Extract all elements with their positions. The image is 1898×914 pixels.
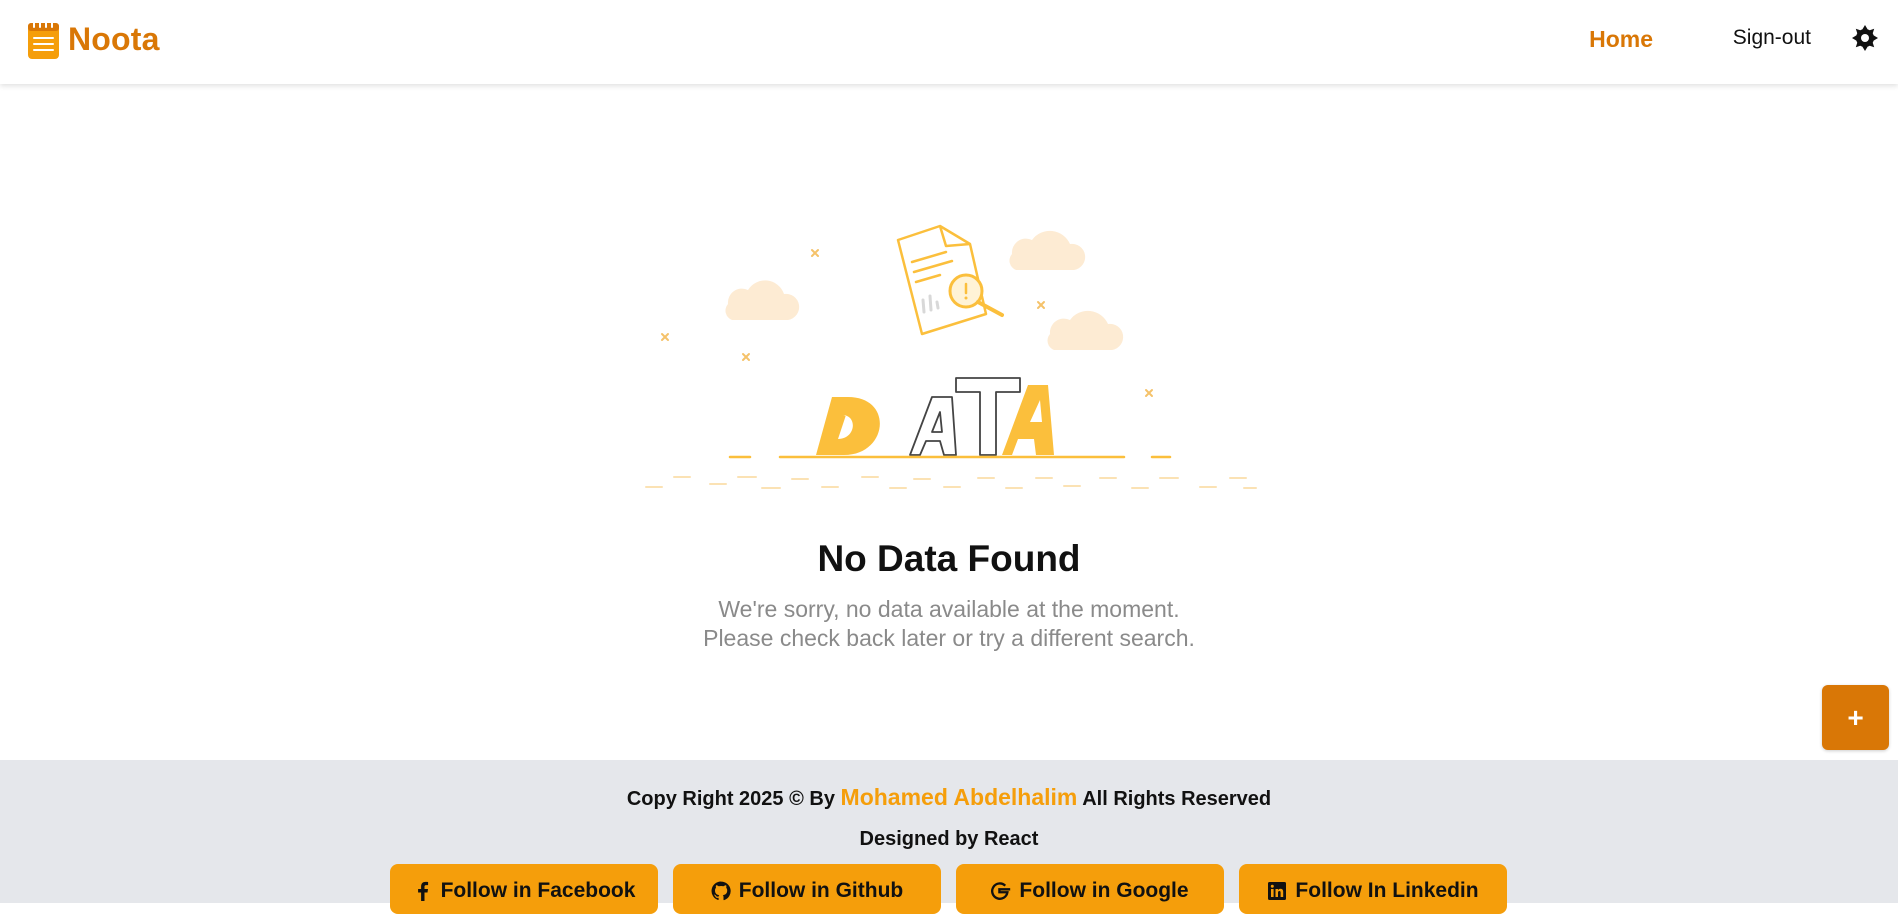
- brand-logo-link[interactable]: Noota: [27, 19, 160, 60]
- follow-google-label: Follow in Google: [1019, 879, 1189, 902]
- follow-github-button[interactable]: Follow in Github: [673, 864, 941, 914]
- footer: Copy Right 2025 © By Mohamed Abdelhalim …: [0, 760, 1898, 914]
- follow-google-button[interactable]: Follow in Google: [956, 864, 1224, 914]
- designed-by-text: Designed by React: [859, 828, 1039, 850]
- facebook-icon: [417, 881, 428, 901]
- nav-home-link[interactable]: Home: [1589, 26, 1653, 53]
- follow-linkedin-button[interactable]: Follow In Linkedin: [1239, 864, 1507, 914]
- empty-state-title: No Data Found: [817, 538, 1081, 579]
- navbar: Noota Home Sign-out: [0, 0, 1898, 84]
- social-links: Follow in Facebook Follow in Github Foll…: [390, 864, 1507, 914]
- github-icon: [711, 881, 731, 901]
- sun-icon[interactable]: [1852, 25, 1878, 51]
- nav-signout-link[interactable]: Sign-out: [1733, 26, 1811, 50]
- notepad-icon: [28, 19, 59, 59]
- empty-state: No Data Found We're sorry, no data avail…: [0, 84, 1898, 760]
- empty-state-subtitle-line-1: We're sorry, no data available at the mo…: [718, 596, 1180, 622]
- brand-name: Noota: [68, 21, 160, 57]
- empty-state-subtitle: We're sorry, no data available at the mo…: [0, 595, 1898, 653]
- follow-linkedin-label: Follow In Linkedin: [1295, 879, 1479, 902]
- google-icon: [991, 882, 1011, 900]
- copyright-prefix: Copy Right 2025 © By: [626, 788, 835, 810]
- no-data-illustration: [645, 224, 1257, 489]
- empty-state-subtitle-line-2: Please check back later or try a differe…: [703, 625, 1195, 651]
- copyright-text: Copy Right 2025 © By Mohamed Abdelhalim …: [0, 784, 1898, 811]
- follow-facebook-label: Follow in Facebook: [440, 879, 636, 902]
- document-search-icon: [896, 224, 1004, 336]
- add-note-button[interactable]: +: [1822, 685, 1889, 750]
- follow-github-label: Follow in Github: [738, 879, 904, 902]
- follow-facebook-button[interactable]: Follow in Facebook: [390, 864, 658, 914]
- author-name: Mohamed Abdelhalim: [840, 784, 1078, 810]
- linkedin-icon: [1268, 882, 1287, 900]
- copyright-suffix: All Rights Reserved: [1082, 788, 1272, 810]
- data-word-icon: [816, 377, 1054, 456]
